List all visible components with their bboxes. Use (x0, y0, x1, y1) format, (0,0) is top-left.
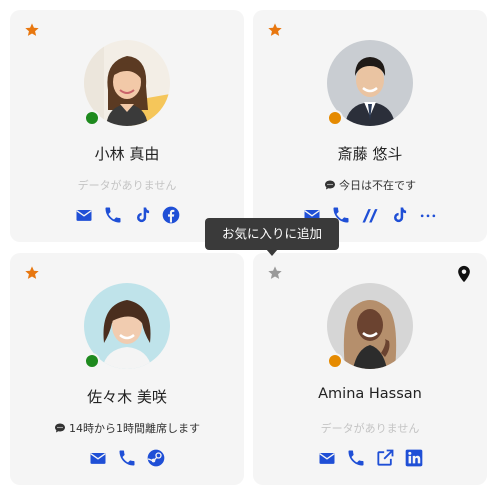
contact-name: 小林 真由 (94, 145, 160, 163)
phone-icon[interactable] (346, 448, 366, 468)
email-icon[interactable] (317, 448, 337, 468)
contact-card[interactable]: 斎藤 悠斗 今日は不在です (253, 10, 487, 242)
email-icon[interactable] (74, 205, 94, 225)
contact-actions (10, 448, 244, 468)
favorite-star-icon[interactable] (267, 22, 283, 38)
more-icon[interactable] (418, 205, 438, 225)
add-to-favorites-tooltip: お気に入りに追加 (205, 218, 339, 250)
avatar (84, 283, 170, 369)
favorite-star-icon[interactable] (24, 265, 40, 281)
no-data-text: データがありません (320, 422, 420, 435)
status-message-text: 今日は不在です (339, 179, 416, 192)
status-away-dot (327, 110, 343, 126)
status-message: 14時から1時間離席します (10, 420, 244, 436)
avatar (84, 40, 170, 126)
favorite-star-icon[interactable] (24, 22, 40, 38)
contact-name: 佐々木 美咲 (87, 388, 167, 406)
status-away-dot (327, 353, 343, 369)
message-bubble-icon (55, 423, 65, 433)
contact-actions (253, 448, 487, 468)
avatar (327, 283, 413, 369)
contact-card[interactable]: 佐々木 美咲 14時から1時間離席します (10, 253, 244, 485)
status-online-dot (84, 110, 100, 126)
location-pin-icon[interactable] (457, 265, 471, 283)
contact-card[interactable]: 小林 真由 データがありません (10, 10, 244, 242)
contact-card[interactable]: Amina Hassan データがありません (253, 253, 487, 485)
status-online-dot (84, 353, 100, 369)
contact-name: 斎藤 悠斗 (337, 145, 403, 163)
phone-icon[interactable] (103, 205, 123, 225)
message-bubble-icon (325, 180, 335, 190)
status-message: 今日は不在です (253, 177, 487, 193)
status-message-text: 14時から1時間離席します (69, 422, 200, 435)
tiktok-icon[interactable] (132, 205, 152, 225)
favorite-star-icon[interactable] (267, 265, 283, 281)
avatar (327, 40, 413, 126)
slash-link-icon[interactable] (360, 205, 380, 225)
tooltip-arrow (266, 249, 278, 256)
linkedin-icon[interactable] (404, 448, 424, 468)
email-icon[interactable] (88, 448, 108, 468)
facebook-icon[interactable] (161, 205, 181, 225)
contact-name: Amina Hassan (318, 386, 422, 402)
phone-icon[interactable] (117, 448, 137, 468)
external-link-icon[interactable] (375, 448, 395, 468)
no-data-text: データがありません (77, 179, 177, 192)
tiktok-icon[interactable] (389, 205, 409, 225)
steam-icon[interactable] (146, 448, 166, 468)
